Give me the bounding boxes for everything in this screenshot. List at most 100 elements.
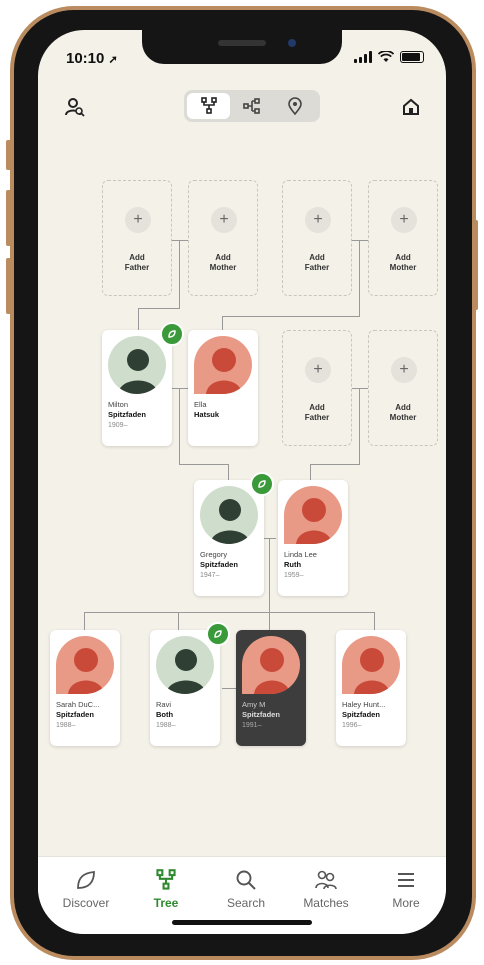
add-father-card[interactable]: + Add Father <box>102 180 172 296</box>
home-icon[interactable] <box>400 96 422 118</box>
person-card-ella[interactable]: Ella Hatsuk <box>188 330 258 446</box>
parent-connector <box>179 240 180 308</box>
person-card-amy-selected[interactable]: Amy M Spitzfaden 1991– <box>236 630 306 746</box>
person-last-name: Spitzfaden <box>108 410 146 419</box>
person-card-ravi[interactable]: Ravi Both 1988– <box>150 630 220 746</box>
person-first-name: Sarah DuC... <box>56 700 100 709</box>
couple-connector <box>172 240 188 241</box>
map-view-button[interactable] <box>274 93 317 119</box>
person-first-name: Gregory <box>200 550 228 559</box>
female-avatar <box>56 636 114 694</box>
add-mother-label: Add Mother <box>369 403 437 423</box>
person-card-sarah[interactable]: Sarah DuC... Spitzfaden 1988– <box>50 630 120 746</box>
children-connector <box>269 538 270 630</box>
person-first-name: Milton <box>108 400 129 409</box>
female-avatar <box>194 336 252 394</box>
person-last-name: Spitzfaden <box>200 560 238 569</box>
person-last-name: Spitzfaden <box>56 710 94 719</box>
person-last-name: Spitzfaden <box>242 710 280 719</box>
add-mother-label: Add Mother <box>189 253 257 273</box>
tab-more[interactable]: More <box>366 867 446 910</box>
tab-label: Tree <box>153 896 179 910</box>
notch <box>142 30 342 64</box>
person-last-name: Both <box>156 710 174 719</box>
people-match-icon <box>286 867 366 893</box>
add-icon: + <box>391 207 417 233</box>
add-label-line1: Add <box>309 253 325 262</box>
add-mother-card[interactable]: + Add Mother <box>368 330 438 446</box>
person-birth-year: 1988– <box>56 722 76 729</box>
add-label-line1: Add <box>395 253 411 262</box>
person-first-name: Amy M <box>242 700 266 709</box>
add-father-card[interactable]: + Add Father <box>282 180 352 296</box>
person-birth-year: 1991– <box>242 722 262 729</box>
male-avatar <box>156 636 214 694</box>
tab-search[interactable]: Search <box>206 867 286 910</box>
person-birth-year: 1947– <box>200 572 220 579</box>
home-indicator <box>172 920 312 925</box>
female-avatar <box>242 636 300 694</box>
person-card-milton[interactable]: Milton Spitzfaden 1909– <box>102 330 172 446</box>
person-search-icon[interactable] <box>64 96 86 118</box>
wifi-icon <box>378 51 394 62</box>
family-tree-icon <box>200 97 217 114</box>
person-card-haley[interactable]: Haley Hunt... Spitzfaden 1996– <box>336 630 406 746</box>
add-father-label: Add Father <box>283 253 351 273</box>
family-tree-icon <box>126 867 206 893</box>
person-last-name: Hatsuk <box>194 410 220 419</box>
screen: 10:10 ➚ + Add Father + Add Mother + Add … <box>38 30 446 934</box>
parent-connector <box>179 388 180 464</box>
cellular-signal-icon <box>354 51 372 63</box>
tab-label: Matches <box>303 896 349 910</box>
add-label-line1: Add <box>395 403 411 412</box>
tab-label: Search <box>226 896 266 910</box>
tab-label: More <box>392 896 420 910</box>
add-label-line1: Add <box>215 253 231 262</box>
tab-label: Discover <box>62 896 110 910</box>
person-card-gregory[interactable]: Gregory Spitzfaden 1947– <box>194 480 264 596</box>
children-connector <box>374 612 375 630</box>
add-label-line2: Father <box>124 263 150 272</box>
parent-connector <box>138 308 139 330</box>
add-label-line1: Add <box>129 253 145 262</box>
parent-connector <box>179 464 228 465</box>
pedigree-view-button[interactable] <box>230 93 273 119</box>
add-icon: + <box>305 207 331 233</box>
add-label-line2: Father <box>304 413 330 422</box>
tab-matches[interactable]: Matches <box>286 867 366 910</box>
person-card-linda[interactable]: Linda Lee Ruth 1959– <box>278 480 348 596</box>
status-icons <box>354 51 424 63</box>
leaf-hint-icon[interactable] <box>160 322 184 346</box>
tab-discover[interactable]: Discover <box>46 867 126 910</box>
person-first-name: Ravi <box>156 700 172 709</box>
add-mother-card[interactable]: + Add Mother <box>188 180 258 296</box>
person-first-name: Ella <box>194 400 207 409</box>
couple-connector <box>172 388 188 389</box>
status-time-text: 10:10 <box>66 50 105 67</box>
leaf-icon <box>46 867 126 893</box>
parent-connector <box>138 308 180 309</box>
add-father-card[interactable]: + Add Father <box>282 330 352 446</box>
male-avatar <box>108 336 166 394</box>
parent-connector <box>228 464 229 480</box>
leaf-hint-icon[interactable] <box>250 472 274 496</box>
add-icon: + <box>211 207 237 233</box>
parent-connector <box>359 240 360 316</box>
person-birth-year: 1996– <box>342 722 362 729</box>
add-icon: + <box>125 207 151 233</box>
pedigree-icon <box>243 98 260 114</box>
location-pin-icon <box>288 97 303 115</box>
add-label-line2: Mother <box>389 413 417 422</box>
tab-tree[interactable]: Tree <box>126 867 206 910</box>
children-connector <box>84 612 374 613</box>
couple-connector <box>352 388 368 389</box>
leaf-hint-icon[interactable] <box>206 622 230 646</box>
add-mother-card[interactable]: + Add Mother <box>368 180 438 296</box>
volume-down-button <box>6 258 11 314</box>
couple-connector <box>352 240 368 241</box>
family-tree-canvas: + Add Father + Add Mother + Add Father + Ad… <box>38 130 446 860</box>
add-label-line1: Add <box>309 403 325 412</box>
add-icon: + <box>391 357 417 383</box>
family-view-button[interactable] <box>187 93 231 119</box>
parent-connector <box>310 464 360 465</box>
